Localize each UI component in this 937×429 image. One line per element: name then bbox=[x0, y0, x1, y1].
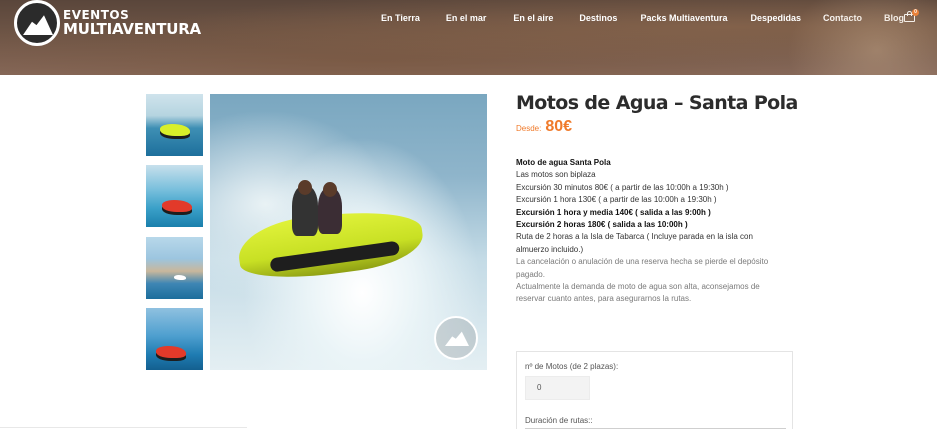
cart-icon-body bbox=[904, 14, 915, 22]
quantity-input[interactable]: 0 bbox=[525, 376, 590, 400]
main-nav: En Tierra En el mar En el aire Destinos … bbox=[381, 13, 904, 23]
rider-head-shape bbox=[323, 182, 337, 197]
booking-form: nº de Motos (de 2 plazas): 0 Duración de… bbox=[516, 351, 793, 429]
description-line: Ruta de 2 horas a la Isla de Tabarca ( I… bbox=[516, 232, 753, 254]
cart-count-badge: 0 bbox=[912, 9, 919, 16]
gallery-thumbnail-4[interactable] bbox=[146, 308, 203, 370]
mountain-logo-icon bbox=[14, 0, 60, 46]
jetski-shape bbox=[156, 346, 186, 358]
description-line: Excursión 2 horas 180€ ( salida a las 10… bbox=[516, 220, 688, 230]
product-main-image[interactable] bbox=[210, 94, 487, 370]
description-line: La cancelación o anulación de una reserv… bbox=[516, 257, 769, 279]
price-amount: 80€ bbox=[545, 118, 573, 135]
site-header: EVENTOS MULTIAVENTURA En Tierra En el ma… bbox=[0, 0, 937, 75]
duration-label: Duración de rutas:: bbox=[525, 416, 593, 425]
description-line: Excursión 30 minutos 80€ ( a partir de l… bbox=[516, 182, 729, 192]
description-line: Excursión 1 hora 130€ ( a partir de las … bbox=[516, 195, 717, 205]
product-description: Moto de agua Santa Pola Las motos son bi… bbox=[516, 157, 781, 306]
rider-head-shape bbox=[298, 180, 312, 195]
cart-icon bbox=[907, 11, 912, 16]
description-line: Las motos son biplaza bbox=[516, 170, 596, 180]
nav-item-en-el-aire[interactable]: En el aire bbox=[513, 13, 553, 23]
logo-text: EVENTOS MULTIAVENTURA bbox=[63, 9, 201, 37]
divider bbox=[0, 427, 247, 428]
cart-button[interactable]: 0 bbox=[904, 9, 919, 22]
jetski-shape bbox=[160, 124, 190, 136]
gallery-thumbnail-3[interactable] bbox=[146, 237, 203, 299]
watermark-logo-icon bbox=[434, 316, 478, 360]
product-title: Motos de Agua – Santa Pola bbox=[516, 92, 798, 114]
nav-item-en-tierra[interactable]: En Tierra bbox=[381, 13, 420, 23]
gallery-thumbnail-1[interactable] bbox=[146, 94, 203, 156]
product-price: Desde: 80€ bbox=[516, 118, 572, 136]
nav-item-destinos[interactable]: Destinos bbox=[579, 13, 617, 23]
nav-item-blog[interactable]: Blog bbox=[884, 13, 904, 23]
site-logo[interactable]: EVENTOS MULTIAVENTURA bbox=[14, 0, 204, 46]
description-line: Moto de agua Santa Pola bbox=[516, 158, 611, 167]
jetski-shape bbox=[162, 200, 192, 212]
logo-line2: MULTIAVENTURA bbox=[63, 20, 201, 38]
description-line: Actualmente la demanda de moto de agua s… bbox=[516, 282, 760, 304]
nav-item-despedidas[interactable]: Despedidas bbox=[750, 13, 801, 23]
nav-item-packs-multiaventura[interactable]: Packs Multiaventura bbox=[640, 13, 727, 23]
nav-item-contacto[interactable]: Contacto bbox=[823, 13, 862, 23]
price-prefix: Desde: bbox=[516, 124, 542, 133]
quantity-label: nº de Motos (de 2 plazas): bbox=[525, 362, 619, 371]
gallery-thumbnail-2[interactable] bbox=[146, 165, 203, 227]
description-line: Excursión 1 hora y media 140€ ( salida a… bbox=[516, 207, 711, 217]
boat-shape bbox=[174, 275, 186, 280]
nav-item-en-el-mar[interactable]: En el mar bbox=[446, 13, 487, 23]
